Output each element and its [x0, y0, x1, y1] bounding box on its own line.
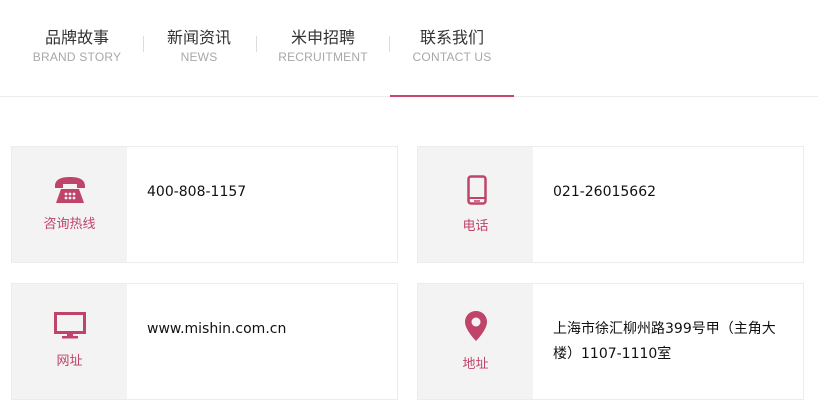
nav-item-en-label: RECRUITMENT — [278, 50, 368, 64]
contact-card-value[interactable]: www.mishin.com.cn — [147, 317, 377, 342]
nav-item-news[interactable]: 新闻资讯 NEWS — [151, 0, 247, 96]
contact-card-icon-panel: 咨询热线 — [12, 147, 127, 262]
nav-item-en-label: NEWS — [180, 50, 218, 64]
nav-item-brand-story[interactable]: 品牌故事 BRAND STORY — [20, 0, 134, 96]
contact-card-value: 021-26015662 — [553, 184, 657, 200]
contact-card-value: 400-808-1157 — [147, 184, 247, 200]
contact-card-value: 上海市徐汇柳州路399号甲（主角大楼）1107-1110室 — [553, 321, 776, 362]
active-tab-indicator — [390, 95, 514, 97]
contact-card-address: 地址 上海市徐汇柳州路399号甲（主角大楼）1107-1110室 — [417, 283, 804, 400]
nav-item-recruitment[interactable]: 米申招聘 RECRUITMENT — [266, 0, 380, 96]
contact-card-icon-panel: 网址 — [12, 284, 127, 399]
nav-item-contact-us[interactable]: 联系我们 CONTACT US — [390, 0, 514, 97]
contact-card-icon-panel: 地址 — [418, 284, 533, 399]
monitor-icon — [54, 312, 86, 339]
contact-card-phone: 电话 021-26015662 — [417, 146, 804, 263]
nav-divider — [256, 36, 257, 52]
contact-card-label: 地址 — [462, 357, 489, 372]
nav-item-en-label: BRAND STORY — [32, 50, 122, 64]
nav-item-en-label: CONTACT US — [412, 50, 492, 64]
contact-card-hotline: 咨询热线 400-808-1157 — [11, 146, 398, 263]
contact-card-website: 网址 www.mishin.com.cn — [11, 283, 398, 400]
contact-card-label: 电话 — [462, 219, 489, 234]
nav-item-cn-label: 品牌故事 — [44, 28, 109, 47]
nav-item-cn-label: 联系我们 — [419, 28, 484, 47]
location-pin-icon — [465, 311, 487, 341]
top-navigation: 品牌故事 BRAND STORY 新闻资讯 NEWS 米申招聘 RECRUITM… — [0, 0, 818, 97]
telephone-icon — [55, 177, 85, 203]
contact-card-label: 网址 — [56, 354, 83, 369]
nav-item-cn-label: 米申招聘 — [290, 28, 355, 47]
nav-item-cn-label: 新闻资讯 — [166, 28, 231, 47]
mobile-phone-icon — [467, 175, 487, 205]
contact-card-label: 咨询热线 — [43, 217, 96, 232]
contact-card-icon-panel: 电话 — [418, 147, 533, 262]
nav-divider — [143, 36, 144, 52]
